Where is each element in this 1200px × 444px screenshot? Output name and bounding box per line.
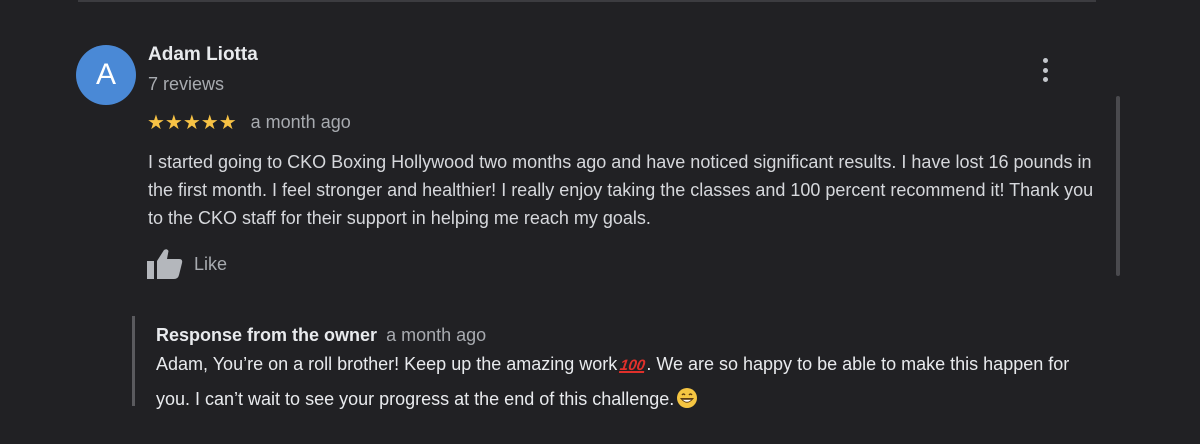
review-text: I started going to CKO Boxing Hollywood … [148,152,1094,228]
scrollbar[interactable] [1116,96,1120,276]
review-count: 7 reviews [148,74,225,94]
thumbs-up-icon [146,248,184,280]
avatar[interactable]: A [76,45,136,105]
reviewer-name[interactable]: Adam Liotta [148,44,258,66]
like-button[interactable]: Like [146,248,227,280]
like-label: Like [194,253,228,274]
avatar-letter: A [95,58,116,91]
response-text: Adam, You’re on a roll brother! Keep up … [156,350,1106,418]
star-rating: ★★★★★ [147,110,237,134]
more-options-button[interactable] [1032,56,1058,84]
top-divider [78,0,1096,2]
grinning-face-icon [676,387,698,418]
review-time: a month ago [250,111,351,132]
rating-row: ★★★★★ a month ago [147,110,351,134]
more-vert-icon [1042,58,1048,82]
hundred-points-glyph: 100 [619,357,647,374]
response-title: Response from the owner [156,325,378,345]
review-card: A Adam Liotta 7 reviews ★★★★★ a month ag… [0,0,1200,444]
response-time: a month ago [386,325,487,345]
response-text-part1: Adam, You’re on a roll brother! Keep up … [156,354,618,374]
owner-response: Response from the owner a month ago Adam… [132,316,1115,409]
response-header: Response from the owner a month ago [156,325,486,346]
